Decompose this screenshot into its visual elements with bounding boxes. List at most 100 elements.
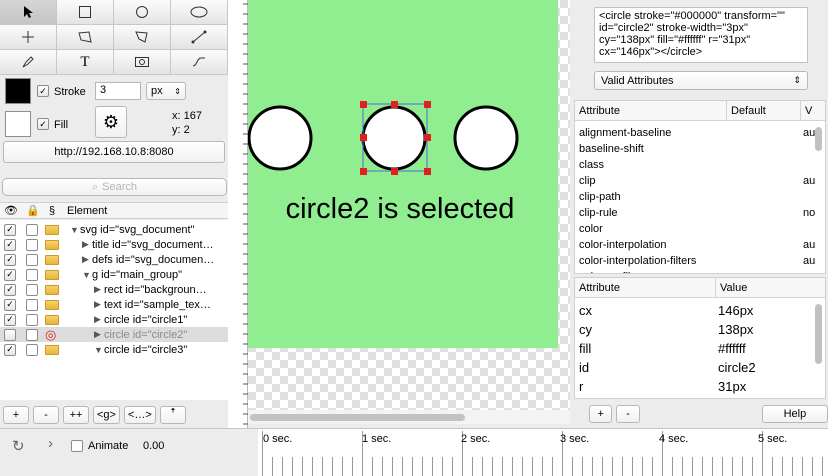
tree-row[interactable]: ✓ ▼ g id="main_group" (0, 267, 228, 282)
attr-col-header[interactable]: Attribute (575, 101, 727, 121)
select-tool[interactable] (0, 0, 57, 25)
attribute-row[interactable]: baseline-shift (575, 141, 815, 157)
attribute-row[interactable]: color-profile (575, 269, 815, 273)
fill-checkbox[interactable]: ✓ (37, 118, 49, 130)
remove-attribute-button[interactable]: - (616, 405, 640, 423)
value-row[interactable]: fill #ffffff (575, 340, 815, 356)
handle-se[interactable] (424, 168, 431, 175)
lock-checkbox[interactable] (26, 298, 38, 311)
disclosure-open-icon[interactable]: ▼ (70, 225, 79, 235)
value-cell[interactable]: #ffffff (718, 341, 746, 356)
visible-checkbox[interactable]: ✓ (4, 298, 16, 311)
tree-row[interactable]: ✓ ▼ circle id="circle3" (0, 342, 228, 357)
attribute-row[interactable]: clip-rule no (575, 205, 815, 221)
add-attribute-button[interactable]: + (589, 405, 613, 423)
value-cell[interactable]: circle2 (718, 360, 756, 375)
stroke-unit-select[interactable]: px ⇕ (146, 82, 186, 100)
visible-checkbox[interactable]: ✓ (4, 283, 16, 296)
attribute-row[interactable]: color-interpolation au (575, 237, 815, 253)
tree-row[interactable]: ✓ ▶ title id="svg_document… (0, 237, 228, 252)
attribute-filter-select[interactable]: Valid Attributes ⇕ (594, 71, 808, 90)
stroke-checkbox[interactable]: ✓ (37, 85, 49, 97)
attribute-row[interactable]: color (575, 221, 815, 237)
attribute-row[interactable]: clip-path (575, 189, 815, 205)
url-field[interactable]: http://192.168.10.8:8080 (3, 141, 225, 163)
group-button[interactable]: <g> (93, 406, 120, 424)
visible-checkbox[interactable]: ✓ (4, 223, 16, 236)
text-tool[interactable]: T (57, 50, 114, 75)
disclosure-closed-icon[interactable]: ▶ (94, 299, 101, 310)
default-col-header[interactable]: Default (727, 101, 801, 121)
handle-w[interactable] (360, 134, 367, 141)
visible-checkbox[interactable]: ✓ (4, 343, 16, 356)
help-button[interactable]: Help (761, 405, 828, 423)
circle3[interactable] (453, 105, 519, 171)
attribute-row[interactable]: color-interpolation-filters au (575, 253, 815, 269)
value-row[interactable]: r 31px (575, 378, 815, 394)
circle1[interactable] (248, 105, 313, 171)
add-element-button[interactable]: + (3, 406, 29, 424)
attr-list-scrollbar[interactable] (815, 127, 822, 151)
play-icon[interactable]: › (48, 435, 53, 452)
handle-s[interactable] (391, 168, 398, 175)
stroke-width-input[interactable]: 3 (95, 82, 141, 100)
tree-row[interactable]: ✓ ▶ text id="sample_tex… (0, 297, 228, 312)
lock-checkbox[interactable] (26, 238, 38, 251)
disclosure-closed-icon[interactable]: ▶ (94, 329, 101, 340)
line-tool[interactable] (171, 25, 228, 50)
value-cell[interactable]: 146px (718, 303, 753, 318)
v-col-header[interactable]: V (801, 101, 825, 121)
visible-checkbox[interactable]: ✓ (4, 253, 16, 266)
handle-n[interactable] (391, 101, 398, 108)
lock-checkbox[interactable] (26, 343, 38, 356)
lock-checkbox[interactable] (26, 268, 38, 281)
lock-checkbox[interactable] (26, 253, 38, 266)
search-input[interactable]: ⌕ Search (2, 178, 227, 196)
lock-checkbox[interactable] (26, 223, 38, 236)
tree-row[interactable]: ✓ ▼ svg id="svg_document" (0, 222, 228, 237)
attribute-row[interactable]: alignment-baseline au (575, 125, 815, 141)
lock-checkbox[interactable] (26, 313, 38, 326)
stroke-color-swatch[interactable] (5, 78, 31, 104)
image-tool[interactable] (114, 50, 171, 75)
value-row[interactable]: cy 138px (575, 321, 815, 337)
handle-sw[interactable] (360, 168, 367, 175)
settings-button[interactable]: ⚙ (95, 106, 127, 138)
ellipse-tool[interactable] (171, 0, 228, 25)
disclosure-closed-icon[interactable]: ▶ (94, 314, 101, 325)
crosshair-tool[interactable] (0, 25, 57, 50)
circle2[interactable] (361, 105, 427, 171)
fill-color-swatch[interactable] (5, 111, 31, 137)
wrap-button[interactable]: <…> (123, 406, 156, 424)
polygon-tool[interactable] (114, 25, 171, 50)
visible-checkbox[interactable]: ✓ (4, 238, 16, 251)
tree-row[interactable]: ✓ ▶ defs id="svg_documen… (0, 252, 228, 267)
horizontal-scrollbar[interactable] (248, 410, 570, 424)
curve-tool[interactable] (171, 50, 228, 75)
disclosure-closed-icon[interactable]: ▶ (82, 254, 89, 265)
rewind-icon[interactable]: ↻ (12, 437, 25, 455)
value-attr-col-header[interactable]: Attribute (575, 278, 716, 298)
scroll-thumb[interactable] (250, 414, 465, 421)
path-tool[interactable] (57, 25, 114, 50)
move-up-button[interactable]: ꜛ (159, 406, 186, 424)
value-row[interactable]: id circle2 (575, 359, 815, 375)
tree-row[interactable]: ◎ ▶ circle id="circle2" (0, 327, 228, 342)
duplicate-element-button[interactable]: ++ (63, 406, 89, 424)
background-rect[interactable] (248, 0, 558, 348)
svg-canvas[interactable]: circle2 is selected (248, 0, 570, 418)
sample-text[interactable]: circle2 is selected (286, 193, 515, 225)
value-col-header[interactable]: Value (716, 278, 825, 298)
circle-tool[interactable] (114, 0, 171, 25)
remove-element-button[interactable]: - (33, 406, 59, 424)
value-list-scrollbar[interactable] (815, 304, 822, 364)
visible-checkbox[interactable]: ✓ (4, 268, 16, 281)
value-cell[interactable]: 138px (718, 322, 753, 337)
tree-row[interactable]: ✓ ▶ rect id="backgroun… (0, 282, 228, 297)
visible-checkbox[interactable]: ✓ (4, 313, 16, 326)
tree-row[interactable]: ✓ ▶ circle id="circle1" (0, 312, 228, 327)
value-row[interactable]: cx 146px (575, 302, 815, 318)
lock-checkbox[interactable] (26, 283, 38, 296)
handle-ne[interactable] (424, 101, 431, 108)
animate-checkbox[interactable] (71, 440, 83, 452)
